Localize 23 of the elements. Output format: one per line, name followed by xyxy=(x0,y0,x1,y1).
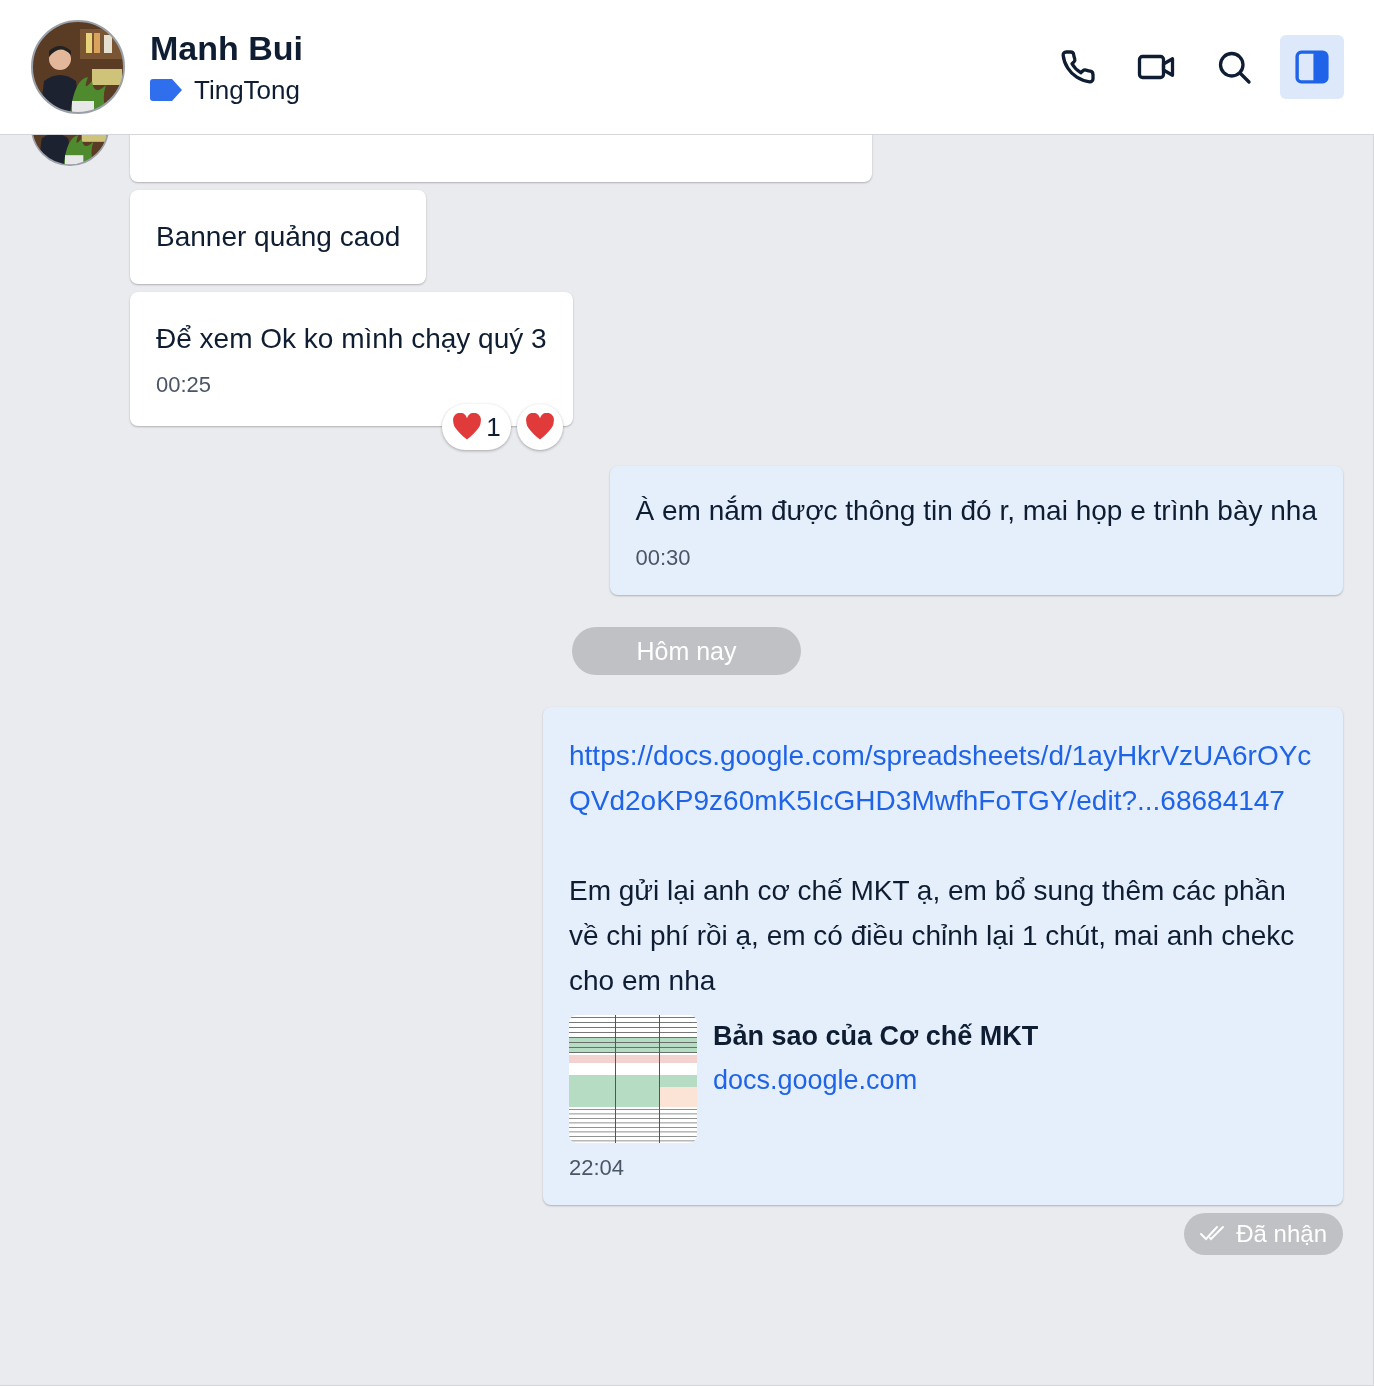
heart-icon xyxy=(524,413,555,441)
status-text: Đã nhận xyxy=(1236,1219,1327,1249)
search-icon xyxy=(1216,49,1252,85)
message-text: Để xem Ok ko mình chạy quý 3 xyxy=(156,322,547,356)
double-check-icon xyxy=(1200,1225,1227,1243)
message-link[interactable]: https://docs.google.com/spreadsheets/d/1ayHkrVzUA6rOYcQVd2oKP9z60mK5IcGHD3MwfhFoTGY/edit?...68684147 xyxy=(569,729,1317,823)
reaction-summary[interactable]: 1 xyxy=(442,404,511,450)
contact-label: TingTong xyxy=(194,74,300,106)
heart-icon xyxy=(452,413,483,441)
react-button[interactable] xyxy=(516,404,563,450)
sidebar-icon xyxy=(1295,50,1329,84)
contact-name: Manh Bui xyxy=(150,28,304,68)
reaction-count: 1 xyxy=(486,410,501,444)
link-preview[interactable]: Bản sao của Cơ chế MKT docs.google.com xyxy=(569,1015,1317,1143)
phone-icon xyxy=(1060,49,1096,85)
preview-domain: docs.google.com xyxy=(713,1064,919,1097)
message-text: Banner quảng caod xyxy=(156,220,401,254)
message-text: À em nắm được thông tin đó r, mai họp e trình bày nha xyxy=(635,494,1317,528)
message-time: 00:30 xyxy=(635,544,692,572)
message-time: 00:25 xyxy=(156,371,213,399)
preview-title: Bản sao của Cơ chế MKT xyxy=(713,1020,1039,1053)
message-text: Em gửi lại anh cơ chế MKT ạ, em bổ sung thêm các phần về chi phí rồi ạ, em có điều chỉnh lại 1 chút, mai anh chekc cho em nha xyxy=(569,874,1296,998)
message-time: 22:04 xyxy=(569,1154,626,1182)
